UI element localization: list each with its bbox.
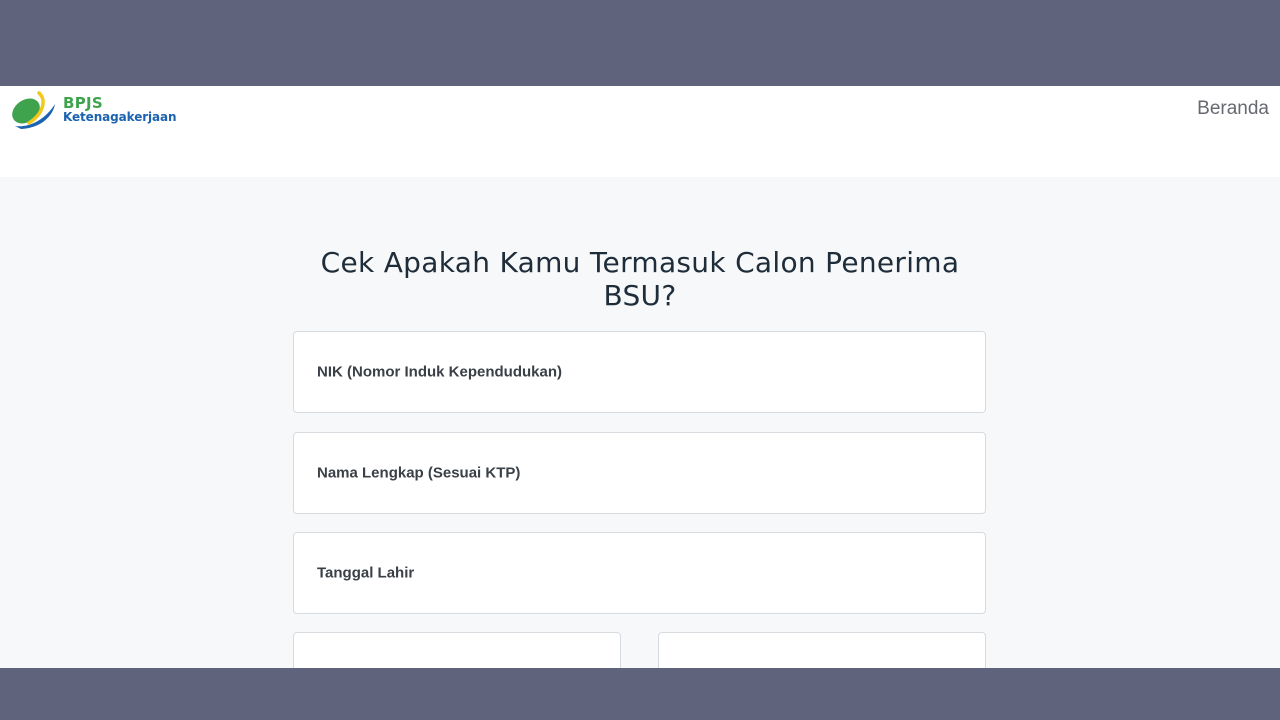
screen-frame-bottom xyxy=(0,668,1280,720)
nik-field[interactable]: NIK (Nomor Induk Kependudukan) xyxy=(293,331,986,413)
nik-field-label: NIK (Nomor Induk Kependudukan) xyxy=(317,363,562,381)
browser-viewport: BPJS Ketenagakerjaan Beranda Cek Apakah … xyxy=(0,86,1280,668)
bpjs-logo-icon xyxy=(12,91,55,129)
top-navbar: BPJS Ketenagakerjaan Beranda xyxy=(0,86,1280,177)
screen-frame-top xyxy=(0,0,1280,86)
logo-text-bpjs: BPJS xyxy=(63,94,104,112)
page-title: Cek Apakah Kamu Termasuk Calon Penerima … xyxy=(320,246,960,312)
full-name-field[interactable]: Nama Lengkap (Sesuai KTP) xyxy=(293,432,986,514)
birth-date-field-label: Tanggal Lahir xyxy=(317,564,415,582)
half-field-right[interactable] xyxy=(658,632,986,668)
bpjs-logo[interactable]: BPJS Ketenagakerjaan xyxy=(9,90,179,130)
full-name-field-label: Nama Lengkap (Sesuai KTP) xyxy=(317,464,521,482)
half-field-left[interactable] xyxy=(293,632,621,668)
logo-text-ketenagakerjaan: Ketenagakerjaan xyxy=(63,110,177,124)
nav-link-beranda[interactable]: Beranda xyxy=(1197,98,1269,120)
birth-date-field[interactable]: Tanggal Lahir xyxy=(293,532,986,614)
